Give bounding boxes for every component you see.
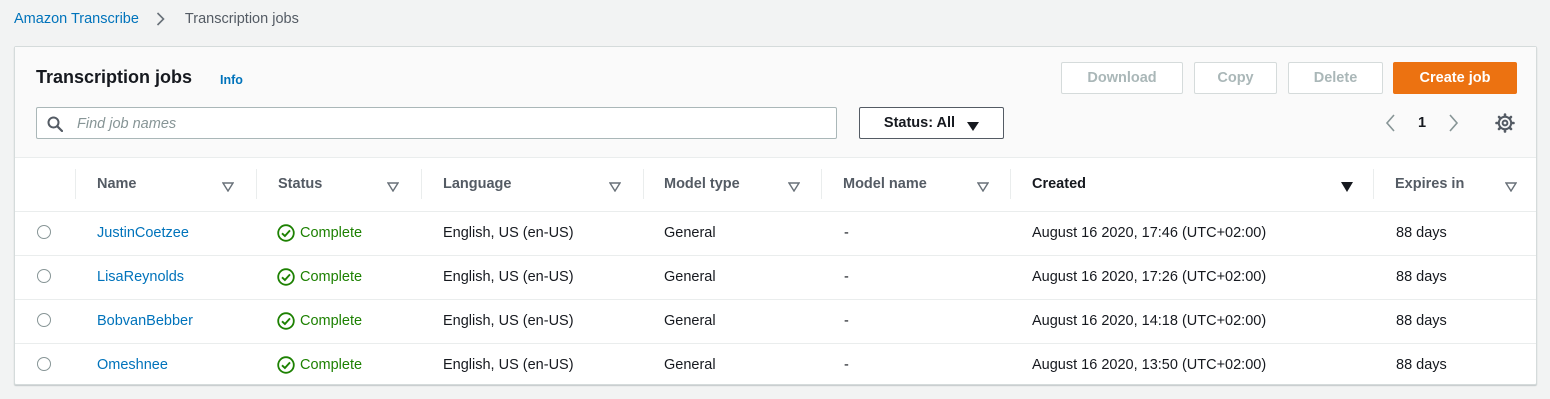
copy-button[interactable]: Copy bbox=[1194, 62, 1277, 94]
table-row[interactable]: JustinCoetzee Complete English, US (en-U… bbox=[15, 211, 1536, 256]
row-select-radio[interactable] bbox=[37, 313, 51, 327]
column-divider bbox=[256, 169, 257, 199]
check-circle-icon bbox=[277, 268, 295, 286]
expires-cell: 88 days bbox=[1396, 225, 1447, 241]
column-divider bbox=[75, 169, 76, 199]
search-input[interactable] bbox=[75, 108, 829, 140]
column-header-expires[interactable]: Expires in bbox=[1395, 157, 1464, 211]
check-circle-icon bbox=[277, 356, 295, 374]
table-row[interactable]: BobvanBebber Complete English, US (en-US… bbox=[15, 299, 1536, 344]
caret-down-icon bbox=[967, 119, 980, 131]
column-header-status[interactable]: Status bbox=[278, 157, 322, 211]
language-cell: English, US (en-US) bbox=[443, 225, 574, 241]
chevron-right-icon[interactable] bbox=[1445, 113, 1461, 133]
language-cell: English, US (en-US) bbox=[443, 357, 574, 373]
check-circle-icon bbox=[277, 312, 295, 330]
table-row[interactable]: LisaReynolds Complete English, US (en-US… bbox=[15, 255, 1536, 300]
sort-caret-icon[interactable] bbox=[608, 179, 622, 193]
info-link[interactable]: Info bbox=[220, 73, 243, 87]
language-cell: English, US (en-US) bbox=[443, 269, 574, 285]
model-type-cell: General bbox=[664, 269, 716, 285]
chevron-left-icon[interactable] bbox=[1383, 113, 1399, 133]
row-select-radio[interactable] bbox=[37, 269, 51, 283]
expires-cell: 88 days bbox=[1396, 357, 1447, 373]
row-select-radio[interactable] bbox=[37, 357, 51, 371]
model-type-cell: General bbox=[664, 225, 716, 241]
sort-caret-icon[interactable] bbox=[386, 179, 400, 193]
sort-caret-icon-active[interactable] bbox=[1341, 179, 1353, 192]
download-button[interactable]: Download bbox=[1061, 62, 1183, 94]
created-cell: August 16 2020, 13:50 (UTC+02:00) bbox=[1032, 357, 1267, 373]
column-header-created[interactable]: Created bbox=[1032, 157, 1086, 211]
column-header-model-type[interactable]: Model type bbox=[664, 157, 740, 211]
job-name-link[interactable]: Omeshnee bbox=[97, 357, 168, 373]
model-name-cell: - bbox=[844, 225, 849, 241]
current-page-number[interactable]: 1 bbox=[1415, 115, 1429, 131]
column-divider bbox=[821, 169, 822, 199]
job-name-link[interactable]: LisaReynolds bbox=[97, 269, 184, 285]
created-cell: August 16 2020, 14:18 (UTC+02:00) bbox=[1032, 313, 1267, 329]
create-job-button[interactable]: Create job bbox=[1393, 62, 1517, 94]
jobs-panel: Transcription jobs Info Download Copy De… bbox=[14, 46, 1537, 385]
model-type-cell: General bbox=[664, 357, 716, 373]
panel-header: Transcription jobs Info Download Copy De… bbox=[15, 47, 1536, 158]
status-complete: Complete bbox=[277, 356, 362, 374]
column-divider bbox=[643, 169, 644, 199]
status-complete: Complete bbox=[277, 224, 362, 242]
row-select-radio[interactable] bbox=[37, 225, 51, 239]
status-filter-dropdown[interactable]: Status: All bbox=[859, 107, 1004, 139]
breadcrumb: Amazon Transcribe Transcription jobs bbox=[14, 9, 299, 29]
column-header-name[interactable]: Name bbox=[97, 157, 137, 211]
gear-icon[interactable] bbox=[1495, 113, 1515, 133]
language-cell: English, US (en-US) bbox=[443, 313, 574, 329]
sort-caret-icon[interactable] bbox=[1504, 179, 1518, 193]
search-box bbox=[36, 107, 837, 140]
expires-cell: 88 days bbox=[1396, 313, 1447, 329]
sort-caret-icon[interactable] bbox=[976, 179, 990, 193]
delete-button[interactable]: Delete bbox=[1288, 62, 1383, 94]
column-divider bbox=[1010, 169, 1011, 199]
job-name-link[interactable]: BobvanBebber bbox=[97, 313, 193, 329]
column-header-language[interactable]: Language bbox=[443, 157, 511, 211]
model-name-cell: - bbox=[844, 269, 849, 285]
created-cell: August 16 2020, 17:46 (UTC+02:00) bbox=[1032, 225, 1267, 241]
table-row[interactable]: Omeshnee Complete English, US (en-US) Ge… bbox=[15, 343, 1536, 387]
status-filter-label: Status: All bbox=[883, 115, 956, 131]
model-name-cell: - bbox=[844, 313, 849, 329]
table-header: Name Status Language Model type Model na… bbox=[15, 157, 1536, 212]
chevron-right-icon bbox=[149, 11, 173, 27]
column-divider bbox=[421, 169, 422, 199]
status-complete: Complete bbox=[277, 312, 362, 330]
search-icon bbox=[47, 116, 64, 133]
sort-caret-icon[interactable] bbox=[221, 179, 235, 193]
model-name-cell: - bbox=[844, 357, 849, 373]
column-header-model-name[interactable]: Model name bbox=[843, 157, 927, 211]
job-name-link[interactable]: JustinCoetzee bbox=[97, 225, 189, 241]
breadcrumb-root-link[interactable]: Amazon Transcribe bbox=[14, 11, 139, 27]
expires-cell: 88 days bbox=[1396, 269, 1447, 285]
status-complete: Complete bbox=[277, 268, 362, 286]
column-divider bbox=[1373, 169, 1374, 199]
breadcrumb-current: Transcription jobs bbox=[184, 11, 299, 27]
created-cell: August 16 2020, 17:26 (UTC+02:00) bbox=[1032, 269, 1267, 285]
panel-title: Transcription jobs bbox=[36, 67, 193, 87]
check-circle-icon bbox=[277, 224, 295, 242]
model-type-cell: General bbox=[664, 313, 716, 329]
sort-caret-icon[interactable] bbox=[787, 179, 801, 193]
